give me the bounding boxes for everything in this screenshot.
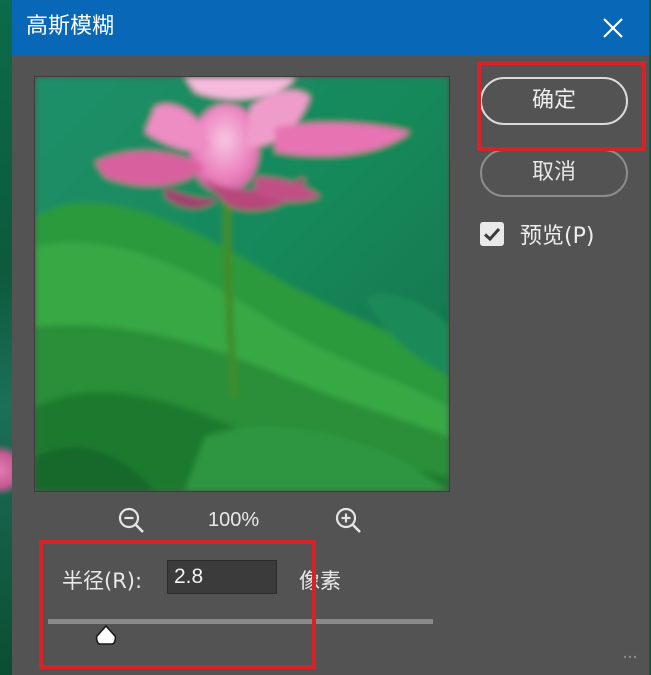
- title-bar: 高斯模糊: [12, 0, 649, 55]
- dialog-title: 高斯模糊: [26, 14, 115, 39]
- zoom-controls: 100%: [12, 505, 472, 539]
- cancel-button[interactable]: 取消: [480, 149, 628, 197]
- background-flower-edge: [0, 440, 12, 500]
- zoom-out-button[interactable]: [116, 505, 148, 537]
- close-icon: [603, 18, 623, 38]
- zoom-level: 100%: [208, 509, 260, 531]
- zoom-in-button[interactable]: [333, 505, 365, 537]
- preview-checkbox[interactable]: [480, 222, 504, 246]
- ok-button[interactable]: 确定: [480, 77, 628, 125]
- checkmark-icon: [483, 227, 501, 242]
- slider-thumb-icon: [95, 624, 116, 645]
- gaussian-blur-dialog: 高斯模糊 100% 半径(R): 2.8 像素 确定 取消 预览(P): [12, 0, 649, 675]
- radius-label: 半径(R):: [62, 569, 143, 593]
- zoom-out-icon: [118, 507, 144, 533]
- radius-slider-thumb[interactable]: [94, 624, 118, 646]
- resize-grip-icon[interactable]: [623, 651, 637, 659]
- radius-unit-label: 像素: [299, 569, 341, 593]
- close-button[interactable]: [597, 12, 629, 44]
- preview-checkbox-label[interactable]: 预览(P): [520, 218, 594, 250]
- preview-image[interactable]: [34, 76, 450, 492]
- radius-input[interactable]: [167, 560, 277, 594]
- zoom-in-icon: [335, 507, 361, 533]
